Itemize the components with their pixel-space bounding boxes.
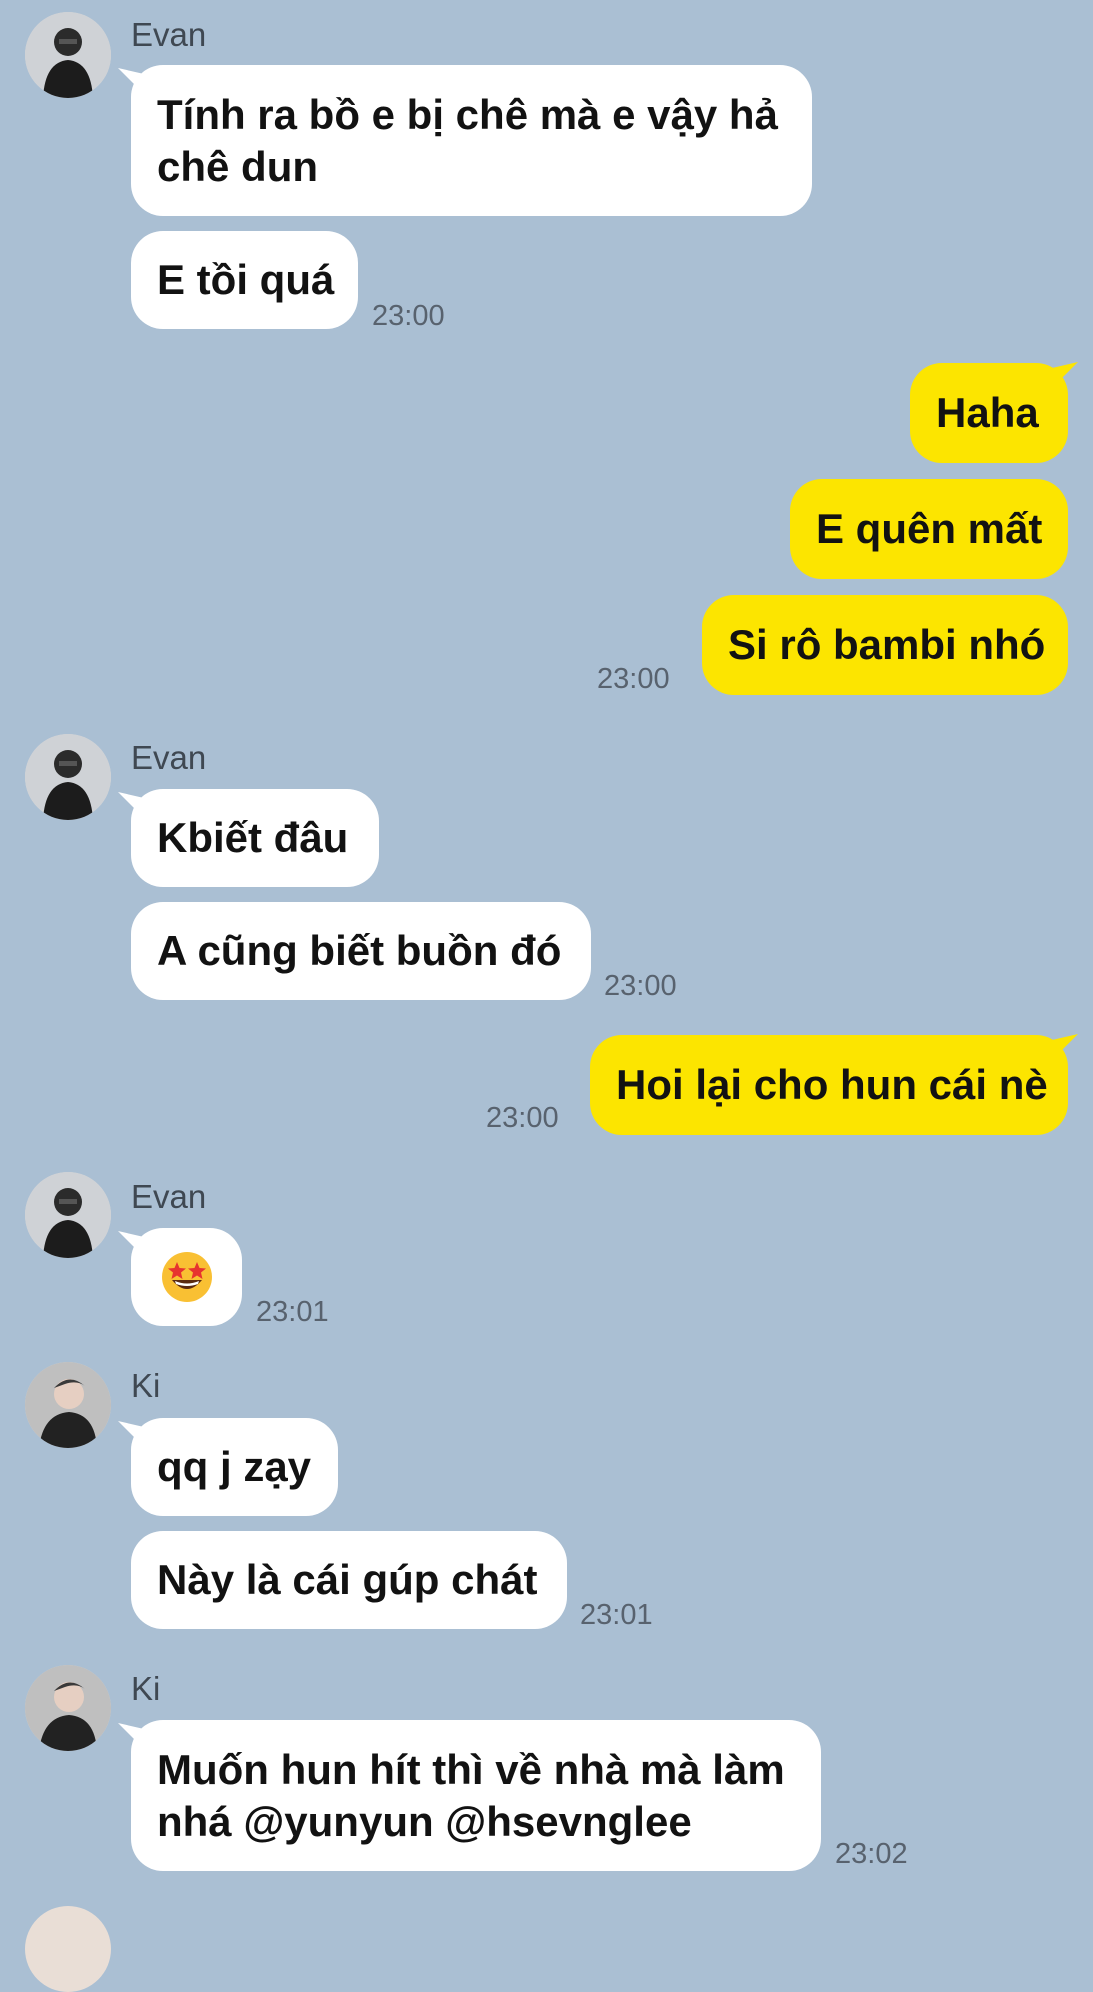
- message-timestamp: 23:02: [835, 1838, 908, 1870]
- message-timestamp: 23:01: [256, 1296, 329, 1328]
- avatar-ki[interactable]: [25, 1362, 111, 1448]
- message-text: Này là cái gúp chát: [157, 1556, 538, 1603]
- message-text: E tồi quá: [157, 256, 335, 303]
- message-text: Kbiết đâu: [157, 814, 349, 861]
- message-text: A cũng biết buồn đó: [157, 927, 562, 974]
- star-struck-emoji-icon: [161, 1252, 212, 1302]
- sender-name: Evan: [131, 1178, 207, 1215]
- avatar-ki[interactable]: [25, 1665, 111, 1751]
- message-timestamp: 23:00: [372, 300, 445, 332]
- message-bubble[interactable]: Này là cái gúp chát: [131, 1531, 567, 1629]
- message-timestamp: 23:01: [580, 1599, 653, 1631]
- sender-name: Ki: [131, 1670, 161, 1707]
- avatar-partial[interactable]: [25, 1906, 111, 1992]
- message-timestamp: 23:00: [604, 970, 677, 1002]
- message-text: qq j zạy: [157, 1443, 312, 1490]
- sender-name: Evan: [131, 739, 207, 776]
- message-text: E quên mất: [816, 505, 1043, 552]
- message-bubble[interactable]: qq j zạy: [131, 1418, 338, 1516]
- message-bubble[interactable]: Tính ra bồ e bị chê mà e vậy hả chê dun: [131, 65, 812, 216]
- sender-name: Evan: [131, 16, 207, 53]
- message-bubble[interactable]: A cũng biết buồn đó: [131, 902, 591, 1000]
- message-timestamp: 23:00: [597, 663, 670, 695]
- message-text: Tính ra bồ e bị chê mà e vậy hả chê dun: [157, 90, 778, 190]
- message-bubble[interactable]: Hoi lại cho hun cái nè: [590, 1035, 1068, 1135]
- avatar-evan[interactable]: [25, 1172, 111, 1258]
- message-bubble[interactable]: E quên mất: [790, 479, 1068, 579]
- message-text: Muốn hun hít thì về nhà mà làm nhá @yuny…: [157, 1745, 785, 1845]
- sender-name: Ki: [131, 1367, 161, 1404]
- message-bubble[interactable]: Haha: [910, 363, 1068, 463]
- message-bubble[interactable]: Si rô bambi nhó: [702, 595, 1068, 695]
- message-timestamp: 23:00: [486, 1102, 559, 1134]
- message-bubble[interactable]: Kbiết đâu: [131, 789, 379, 887]
- avatar-evan[interactable]: [25, 734, 111, 820]
- message-bubble[interactable]: Muốn hun hít thì về nhà mà làm nhá @yuny…: [131, 1720, 821, 1871]
- message-bubble[interactable]: [131, 1228, 242, 1326]
- message-text: Hoi lại cho hun cái nè: [616, 1061, 1048, 1108]
- message-text: Haha: [936, 389, 1039, 436]
- avatar-evan[interactable]: [25, 12, 111, 98]
- message-text: Si rô bambi nhó: [728, 621, 1046, 668]
- message-bubble[interactable]: E tồi quá: [131, 231, 358, 329]
